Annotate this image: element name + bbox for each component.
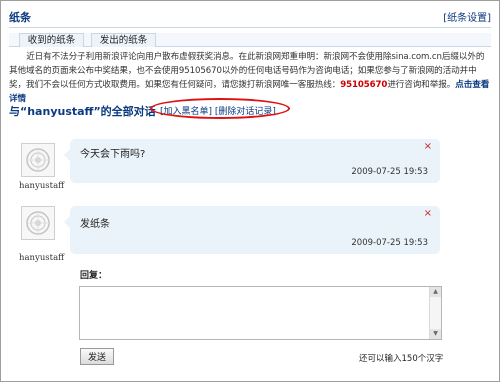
- reply-textarea[interactable]: ▲ ▼: [79, 286, 442, 340]
- highlight-oval: [150, 98, 290, 119]
- settings-link[interactable]: [纸条设置]: [443, 9, 491, 24]
- message-bubble: 发纸条 × 2009-07-25 19:53: [64, 206, 440, 254]
- send-button[interactable]: 发送: [80, 348, 114, 365]
- bubble-pointer: [64, 149, 70, 161]
- user-avatar-icon: [26, 211, 50, 235]
- user-avatar-icon: [26, 148, 50, 172]
- avatar[interactable]: [21, 143, 55, 177]
- conversation-title: 与“hanyustaff”的全部对话: [9, 105, 156, 118]
- title-divider: [9, 27, 491, 28]
- security-notice: 近日有不法分子利用新浪评论向用户散布虚假获奖消息。在此新浪网郑重申明：新浪网不会…: [9, 50, 491, 106]
- page-title: 纸条: [9, 11, 31, 24]
- close-icon[interactable]: ×: [424, 208, 432, 219]
- tab-received[interactable]: 收到的纸条: [19, 33, 84, 47]
- textarea-scrollbar[interactable]: ▲ ▼: [429, 287, 441, 339]
- tab-bar: 收到的纸条 发出的纸条: [9, 33, 491, 47]
- reply-label: 回复：: [80, 271, 108, 281]
- notice-tail: 进行咨询和举报。: [387, 80, 456, 90]
- bubble-pointer: [64, 216, 70, 228]
- avatar[interactable]: [21, 206, 55, 240]
- message-bubble: 今天会下雨吗? × 2009-07-25 19:53: [64, 139, 440, 183]
- scroll-down-icon[interactable]: ▼: [430, 329, 441, 339]
- message-time: 2009-07-25 19:53: [351, 167, 428, 177]
- scroll-up-icon[interactable]: ▲: [430, 287, 441, 297]
- username[interactable]: hanyustaff: [19, 253, 64, 263]
- close-icon[interactable]: ×: [424, 141, 432, 152]
- message-text: 发纸条: [80, 219, 110, 230]
- hotline-number: 95105670: [340, 80, 388, 90]
- message-text: 今天会下雨吗?: [80, 149, 146, 160]
- tab-sent[interactable]: 发出的纸条: [91, 33, 156, 47]
- message-time: 2009-07-25 19:53: [351, 238, 428, 248]
- char-remaining: 还可以输入150个汉字: [359, 354, 444, 364]
- username[interactable]: hanyustaff: [19, 181, 64, 191]
